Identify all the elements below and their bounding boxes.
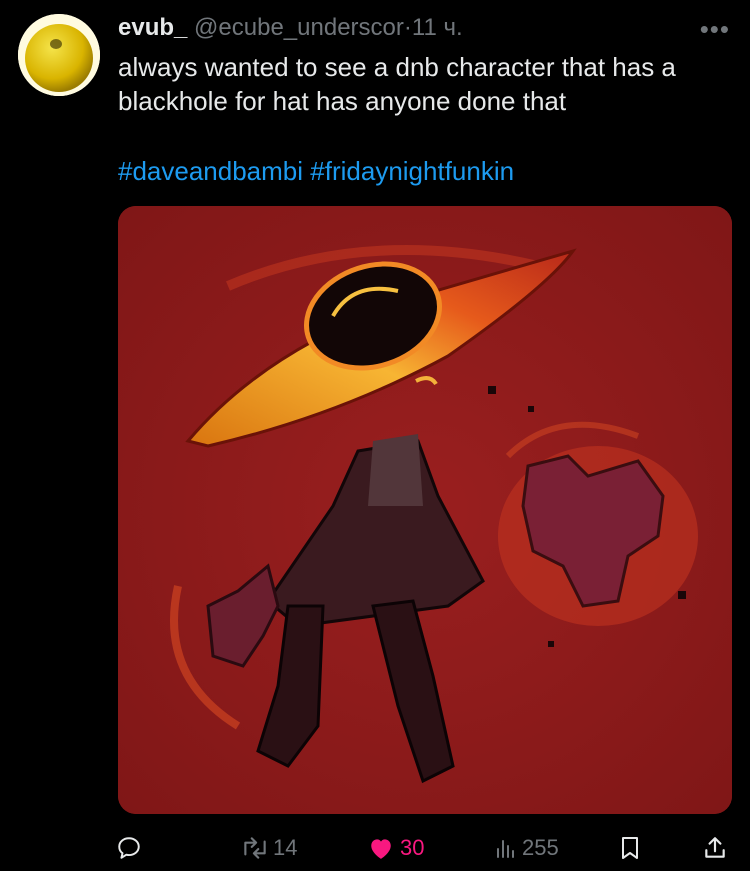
timestamp[interactable]: 11 ч.	[412, 14, 463, 41]
separator-dot: ·	[403, 14, 412, 41]
bookmark-button[interactable]	[618, 826, 642, 870]
retweet-arrows-icon	[244, 837, 266, 859]
bar-chart-icon	[497, 840, 514, 858]
avatar[interactable]	[18, 14, 100, 96]
tweet-actions: 14 30 255	[0, 826, 750, 870]
display-name[interactable]: evub_	[118, 14, 187, 41]
views-count: 255	[522, 835, 559, 860]
bookmark-icon	[622, 837, 638, 859]
views-button[interactable]: 255	[494, 826, 559, 870]
speech-bubble-icon	[118, 837, 140, 859]
hashtag-link[interactable]: #daveandbambi	[118, 156, 303, 186]
tweet-text: always wanted to see a dnb character tha…	[118, 52, 676, 116]
reply-button[interactable]	[116, 826, 142, 870]
share-button[interactable]	[702, 826, 728, 870]
like-button[interactable]: 30	[368, 826, 424, 870]
retweet-count: 14	[273, 835, 298, 860]
retweet-button[interactable]: 14	[240, 826, 297, 870]
tweet-image[interactable]	[118, 206, 732, 814]
like-count: 30	[400, 835, 425, 860]
hashtags: #daveandbambi #fridaynightfunkin	[118, 156, 514, 187]
tweet-header: evub_ @ecube_underscor·11 ч.	[118, 14, 463, 42]
heart-filled-icon	[371, 839, 391, 859]
hashtag-link[interactable]: #fridaynightfunkin	[310, 156, 514, 186]
more-options-icon[interactable]: •••	[700, 14, 730, 45]
share-upload-icon	[705, 837, 725, 858]
user-handle[interactable]: @ecube_underscor	[194, 14, 404, 41]
